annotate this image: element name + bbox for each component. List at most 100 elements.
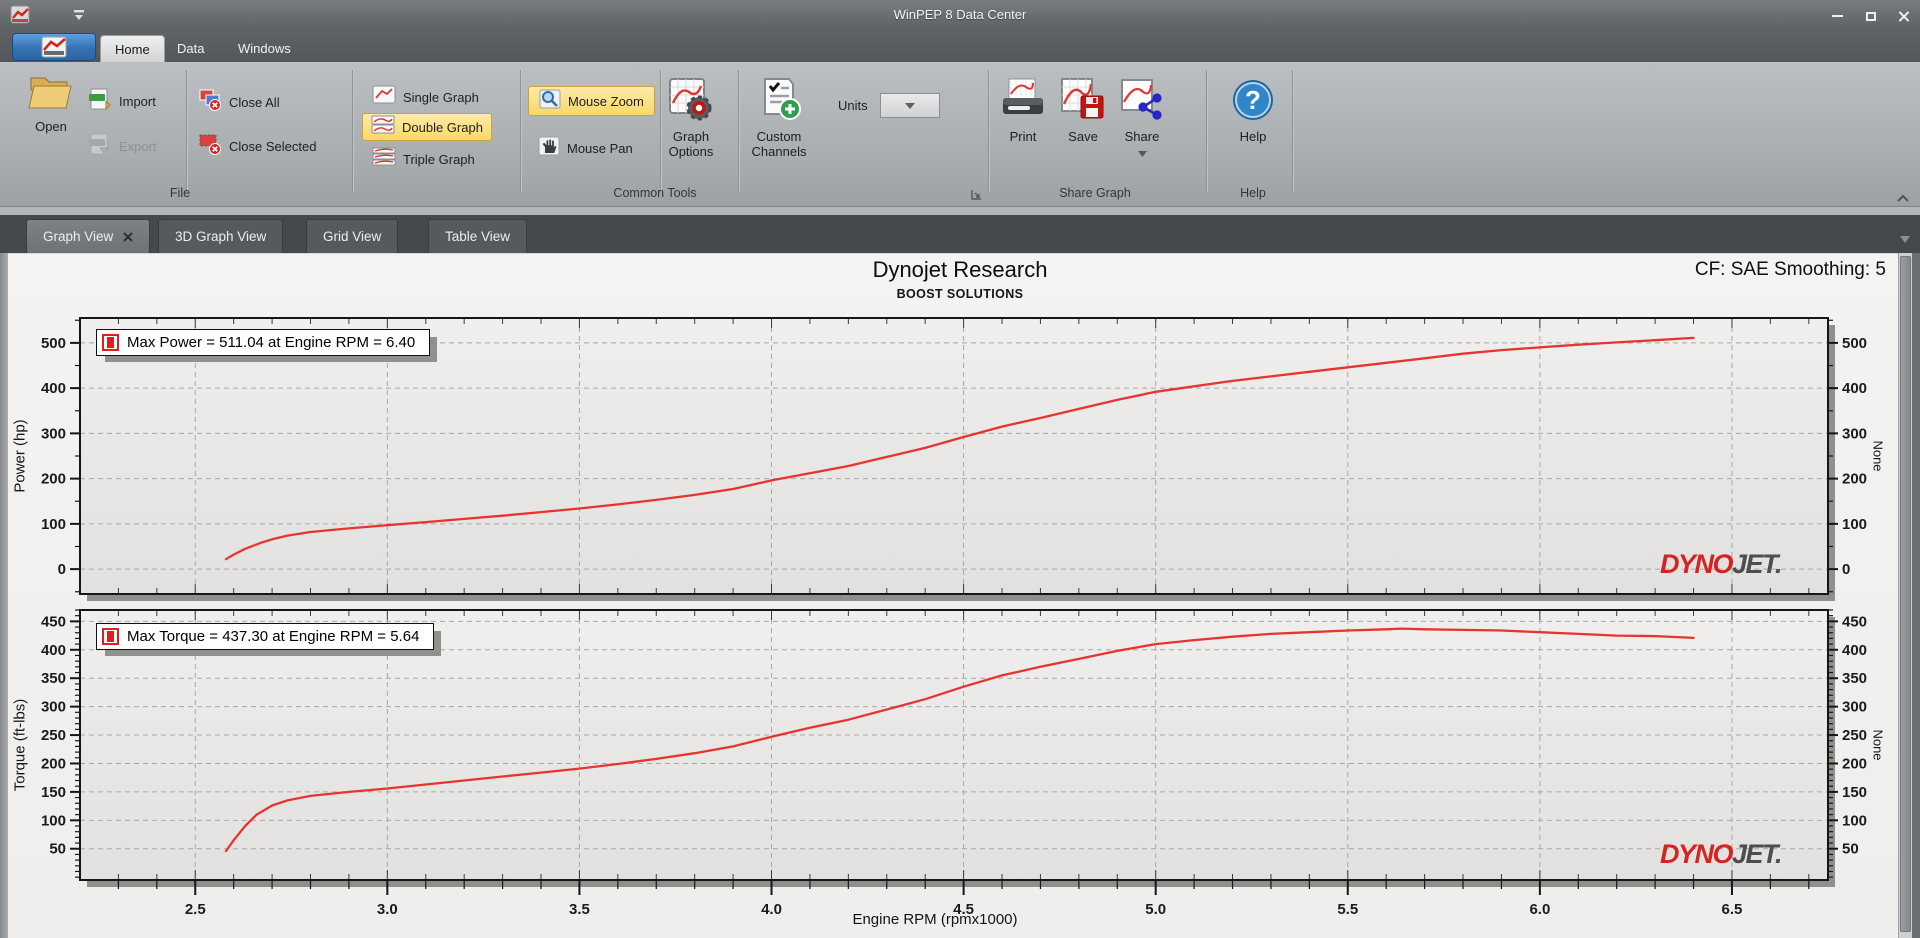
y-tick-label: 100	[1842, 516, 1867, 533]
print-button[interactable]: Print	[995, 76, 1051, 144]
mouse-pan-label: Mouse Pan	[567, 140, 633, 156]
y-tick-label: 400	[41, 380, 66, 397]
share-icon	[1118, 79, 1166, 128]
torque-axis-title: Torque (ft-lbs)	[11, 698, 29, 792]
close-all-button[interactable]: Close All	[198, 88, 280, 117]
ribbon-separator	[988, 70, 989, 192]
y-tick-label: 450	[41, 613, 66, 630]
close-selected-button[interactable]: Close Selected	[198, 132, 316, 161]
tab-3d-graph-view[interactable]: 3D Graph View	[158, 219, 284, 253]
save-button[interactable]: Save	[1055, 76, 1111, 144]
save-button-label: Save	[1068, 129, 1098, 144]
ribbon: Open Import Export Close All Close Selec…	[0, 62, 1920, 207]
dialog-launcher-icon[interactable]	[970, 188, 982, 206]
power-axis-title: Power (hp)	[11, 419, 29, 493]
open-button-label: Open	[35, 119, 67, 134]
y-tick-label: 300	[1842, 425, 1867, 442]
document-tab-bar: Graph View 3D Graph View Grid View Table…	[0, 215, 1920, 253]
winpep-window: WinPEP 8 Data Center Home Data Windows O…	[0, 0, 1920, 938]
y-tick-label: 400	[1842, 380, 1867, 397]
dynojet-logo: DYNOJET.	[1660, 549, 1783, 579]
ribbon-tab-home[interactable]: Home	[100, 35, 165, 62]
power-legend[interactable]: Max Power = 511.04 at Engine RPM = 6.40	[96, 329, 431, 356]
chart-power[interactable]: 0 0 100 100 200 200 300 300 400 400 500 500	[41, 317, 1867, 601]
double-graph-button[interactable]: Double Graph	[362, 113, 492, 141]
close-all-button-label: Close All	[229, 95, 280, 110]
y-tick-label: 250	[1842, 727, 1867, 744]
ribbon-separator	[352, 70, 353, 192]
window-title: WinPEP 8 Data Center	[893, 7, 1027, 22]
torque-legend-text: Max Torque = 437.30 at Engine RPM = 5.64	[127, 628, 420, 645]
help-button[interactable]: ? Help	[1225, 76, 1281, 144]
custom-channels-label-2: Channels	[751, 144, 807, 159]
graph-options-label-1: Graph	[672, 129, 710, 144]
tab-grid-view[interactable]: Grid View	[306, 219, 399, 253]
winpep-logo-icon	[41, 36, 67, 58]
y-tick-label: 200	[1842, 471, 1867, 488]
ribbon-separator	[186, 70, 187, 192]
share-dropdown-chevron-icon	[1137, 151, 1147, 157]
torque-legend[interactable]: Max Torque = 437.30 at Engine RPM = 5.64	[96, 623, 435, 650]
open-button[interactable]: Open	[16, 70, 86, 134]
help-button-label: Help	[1239, 129, 1267, 144]
mouse-pan-hand-icon	[538, 136, 560, 161]
ribbon-separator	[1292, 70, 1293, 192]
application-button[interactable]	[12, 33, 96, 61]
tab-table-view[interactable]: Table View	[428, 219, 528, 253]
mouse-zoom-label: Mouse Zoom	[568, 93, 644, 109]
y-tick-label: 50	[49, 841, 66, 858]
vertical-scrollbar-thumb[interactable]	[1900, 256, 1911, 932]
y-tick-label: 150	[1842, 784, 1867, 801]
window-frame-right	[1912, 253, 1920, 938]
svg-text:?: ?	[1245, 85, 1261, 115]
share-button[interactable]: Share	[1114, 76, 1170, 162]
plot-background	[80, 610, 1828, 880]
window-frame-left	[0, 253, 8, 938]
minimize-button[interactable]	[1824, 8, 1850, 24]
ribbon-tab-windows[interactable]: Windows	[224, 35, 305, 62]
y-tick-label: 450	[1842, 613, 1867, 630]
y-tick-label: 500	[1842, 335, 1867, 352]
y-tick-label: 100	[41, 812, 66, 829]
import-button[interactable]: Import	[88, 88, 156, 115]
open-folder-icon	[27, 77, 75, 118]
close-button[interactable]	[1890, 8, 1916, 24]
units-dropdown[interactable]	[880, 93, 940, 118]
single-graph-button[interactable]: Single Graph	[366, 84, 485, 110]
mouse-zoom-icon	[539, 89, 561, 114]
mouse-pan-button[interactable]: Mouse Pan	[532, 134, 639, 162]
ribbon-bottom-strip	[0, 207, 1920, 215]
ribbon-tab-data-label: Data	[177, 41, 205, 56]
x-axis-title: Engine RPM (rpmx1000)	[852, 911, 1018, 928]
tab-close-icon[interactable]	[123, 231, 134, 242]
mouse-zoom-button[interactable]: Mouse Zoom	[528, 86, 655, 116]
tab-3d-graph-view-label: 3D Graph View	[175, 229, 267, 244]
tab-graph-view[interactable]: Graph View	[26, 219, 151, 253]
custom-channels-icon	[755, 78, 803, 128]
graph-options-label-2: Options	[668, 144, 714, 159]
y-tick-label: 400	[41, 642, 66, 659]
print-button-label: Print	[1009, 129, 1037, 144]
tab-list-chevron-icon[interactable]	[1900, 230, 1910, 248]
graph-options-button[interactable]: Graph Options	[658, 76, 724, 159]
triple-graph-button[interactable]: Triple Graph	[366, 146, 481, 172]
export-button-label: Export	[119, 139, 157, 154]
ribbon-tab-home-label: Home	[115, 41, 150, 57]
y-tick-label: 300	[1842, 699, 1867, 716]
maximize-button[interactable]	[1858, 8, 1884, 24]
y-tick-label: 350	[41, 670, 66, 687]
ribbon-collapse-chevron-icon[interactable]	[1896, 190, 1910, 208]
common-tools-group-label: Common Tools	[613, 186, 697, 200]
single-graph-label: Single Graph	[403, 89, 479, 105]
chart-torque[interactable]: 50 50 100 100 150 150 200 200 250 250 300 300 350 350…	[41, 609, 1867, 918]
y-tick-label: 0	[1842, 561, 1850, 578]
y-tick-label: 400	[1842, 642, 1867, 659]
custom-channels-button[interactable]: Custom Channels	[744, 76, 814, 159]
y-tick-label: 500	[41, 335, 66, 352]
import-csv-icon	[88, 88, 112, 115]
double-graph-icon	[371, 115, 395, 139]
power-series-swatch	[102, 334, 119, 351]
torque-right-axis-title: None	[1870, 729, 1886, 761]
ribbon-tab-data[interactable]: Data	[163, 35, 218, 62]
plot-background	[80, 318, 1828, 594]
